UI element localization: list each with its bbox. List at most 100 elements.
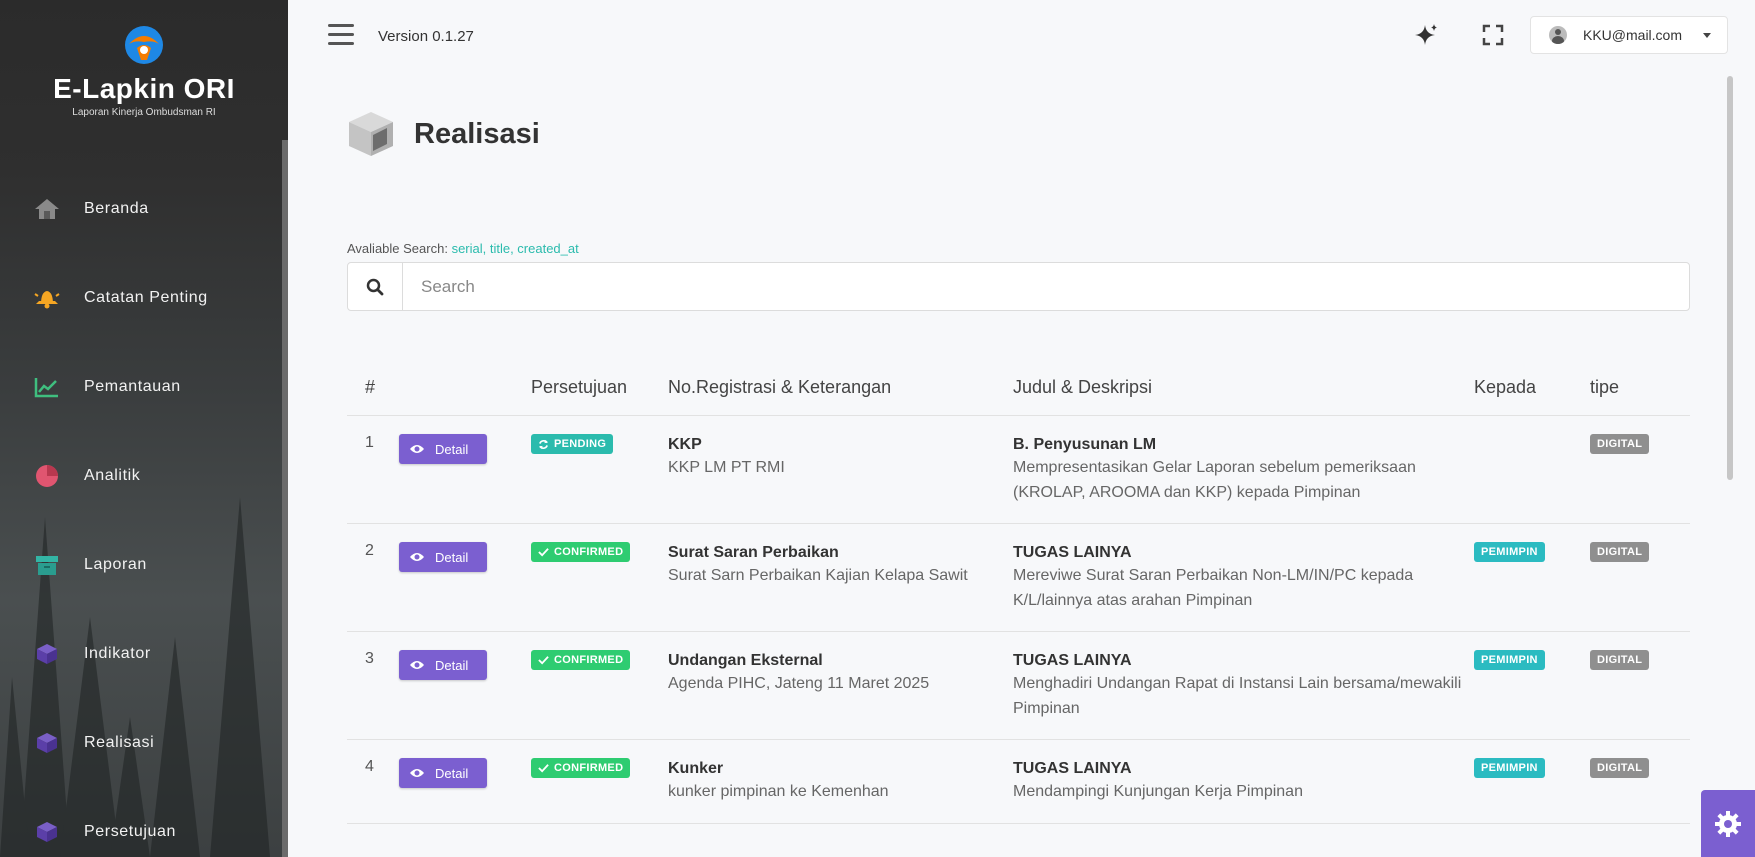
header-registration[interactable]: No.Registrasi & Keterangan bbox=[668, 377, 1013, 398]
sidebar-item-beranda[interactable]: Beranda bbox=[0, 164, 282, 253]
header-num: # bbox=[365, 377, 376, 397]
sidebar-item-indikator[interactable]: Indikator bbox=[0, 609, 282, 698]
sidebar-scrollbar[interactable] bbox=[282, 140, 288, 857]
sidebar-item-persetujuan[interactable]: Persetujuan bbox=[0, 787, 282, 857]
eye-icon bbox=[410, 553, 424, 561]
type-badge: DIGITAL bbox=[1590, 758, 1650, 778]
detail-button-label: Detail bbox=[435, 657, 469, 673]
gear-icon bbox=[1715, 810, 1741, 837]
cube-icon bbox=[32, 728, 62, 758]
sidebar-item-pemantauan[interactable]: Pemantauan bbox=[0, 342, 282, 431]
topbar: Version 0.1.27 KKU@mail.com bbox=[288, 0, 1755, 72]
registration-title: Undangan Eksternal bbox=[668, 652, 823, 669]
sidebar-item-laporan[interactable]: Laporan bbox=[0, 520, 282, 609]
sidebar-item-label: Beranda bbox=[84, 199, 149, 217]
check-icon bbox=[538, 656, 549, 665]
header-type[interactable]: tipe bbox=[1590, 377, 1690, 398]
row-title: TUGAS LAINYA bbox=[1013, 652, 1132, 669]
brand-subtitle: Laporan Kinerja Ombudsman RI bbox=[72, 107, 216, 118]
sidebar-nav: Beranda Catatan Penting Pemantauan Anali… bbox=[0, 164, 282, 857]
table-row: 1 Detail PENDING KKP KKP LM PT RMI B. Pen… bbox=[347, 416, 1690, 524]
status-text: CONFIRMED bbox=[554, 546, 624, 558]
bell-icon bbox=[32, 283, 62, 313]
detail-button[interactable]: Detail bbox=[399, 758, 487, 788]
sparkle-icon[interactable] bbox=[1414, 22, 1440, 48]
status-badge: CONFIRMED bbox=[531, 542, 631, 562]
header-to[interactable]: Kepada bbox=[1474, 377, 1590, 398]
user-email: KKU@mail.com bbox=[1583, 27, 1683, 43]
header-title[interactable]: Judul & Deskripsi bbox=[1013, 377, 1474, 398]
refresh-icon bbox=[539, 439, 548, 449]
header-approval[interactable]: Persetujuan bbox=[531, 377, 668, 398]
registration-title: Surat Saran Perbaikan bbox=[668, 544, 839, 561]
registration-desc: kunker pimpinan ke Kemenhan bbox=[668, 783, 889, 800]
available-search-hint: Avaliable Search: serial, title, created… bbox=[347, 241, 579, 256]
recipient-cell bbox=[1474, 434, 1590, 523]
cube-icon bbox=[349, 112, 393, 156]
row-title: TUGAS LAINYA bbox=[1013, 760, 1132, 777]
available-search-label: Avaliable Search: bbox=[347, 241, 448, 256]
settings-button[interactable] bbox=[1701, 790, 1755, 857]
fullscreen-icon[interactable] bbox=[1482, 24, 1504, 46]
type-badge: DIGITAL bbox=[1590, 650, 1650, 670]
page-scrollbar[interactable] bbox=[1727, 76, 1733, 480]
search-icon[interactable] bbox=[348, 263, 403, 310]
detail-button[interactable]: Detail bbox=[399, 542, 487, 572]
detail-button-label: Detail bbox=[435, 549, 469, 565]
registration-desc: Agenda PIHC, Jateng 11 Maret 2025 bbox=[668, 675, 930, 692]
type-badge: DIGITAL bbox=[1590, 542, 1650, 562]
search-input[interactable] bbox=[403, 263, 1689, 310]
home-icon bbox=[32, 194, 62, 224]
chevron-down-icon bbox=[1703, 33, 1711, 38]
user-menu-button[interactable]: KKU@mail.com bbox=[1530, 16, 1728, 54]
avatar bbox=[1549, 26, 1567, 44]
page-title: Realisasi bbox=[414, 118, 540, 150]
registration-desc: KKP LM PT RMI bbox=[668, 459, 785, 476]
sidebar-item-label: Pemantauan bbox=[84, 377, 181, 395]
detail-button-label: Detail bbox=[435, 441, 469, 457]
registration-title: KKP bbox=[668, 436, 702, 453]
row-description: Mempresentasikan Gelar Laporan sebelum p… bbox=[1013, 459, 1416, 501]
sidebar-item-realisasi[interactable]: Realisasi bbox=[0, 698, 282, 787]
archive-icon bbox=[32, 550, 62, 580]
sidebar-item-label: Analitik bbox=[84, 466, 141, 484]
sidebar: E-Lapkin ORI Laporan Kinerja Ombudsman R… bbox=[0, 0, 288, 857]
available-search-keys: serial, title, created_at bbox=[451, 241, 579, 256]
table-row: 3 Detail CONFIRMED Undangan Eksternal Age… bbox=[347, 632, 1690, 740]
realisasi-table: # Persetujuan No.Registrasi & Keterangan… bbox=[347, 360, 1690, 824]
sidebar-item-label: Laporan bbox=[84, 555, 147, 573]
detail-button[interactable]: Detail bbox=[399, 650, 487, 680]
row-title: B. Penyusunan LM bbox=[1013, 436, 1157, 453]
row-number: 2 bbox=[365, 542, 374, 559]
recipient-badge: PEMIMPIN bbox=[1474, 650, 1545, 670]
status-text: PENDING bbox=[554, 438, 607, 450]
row-description: Mereviwe Surat Saran Perbaikan Non-LM/IN… bbox=[1013, 567, 1414, 609]
status-badge: CONFIRMED bbox=[531, 758, 631, 778]
registration-desc: Surat Sarn Perbaikan Kajian Kelapa Sawit bbox=[668, 567, 968, 584]
detail-button[interactable]: Detail bbox=[399, 434, 487, 464]
status-text: CONFIRMED bbox=[554, 762, 624, 774]
brand-title: E-Lapkin ORI bbox=[53, 73, 235, 104]
table-header: # Persetujuan No.Registrasi & Keterangan… bbox=[347, 360, 1690, 416]
menu-toggle-icon[interactable] bbox=[328, 24, 354, 46]
row-title: TUGAS LAINYA bbox=[1013, 544, 1132, 561]
line-chart-icon bbox=[32, 372, 62, 402]
recipient-badge: PEMIMPIN bbox=[1474, 542, 1545, 562]
sidebar-item-analitik[interactable]: Analitik bbox=[0, 431, 282, 520]
status-badge: CONFIRMED bbox=[531, 650, 631, 670]
sidebar-item-label: Indikator bbox=[84, 644, 151, 662]
eye-icon bbox=[410, 769, 424, 777]
brand: E-Lapkin ORI Laporan Kinerja Ombudsman R… bbox=[0, 24, 288, 118]
check-icon bbox=[538, 548, 549, 557]
cube-icon bbox=[32, 639, 62, 669]
recipient-badge: PEMIMPIN bbox=[1474, 758, 1545, 778]
table-row: 2 Detail CONFIRMED Surat Saran Perbaikan… bbox=[347, 524, 1690, 632]
row-description: Menghadiri Undangan Rapat di Instansi La… bbox=[1013, 675, 1462, 717]
search-box bbox=[347, 262, 1690, 311]
registration-title: Kunker bbox=[668, 760, 724, 777]
sidebar-item-label: Catatan Penting bbox=[84, 288, 208, 306]
sidebar-item-label: Realisasi bbox=[84, 733, 155, 751]
check-icon bbox=[538, 764, 549, 773]
pie-chart-icon bbox=[32, 461, 62, 491]
sidebar-item-catatan-penting[interactable]: Catatan Penting bbox=[0, 253, 282, 342]
